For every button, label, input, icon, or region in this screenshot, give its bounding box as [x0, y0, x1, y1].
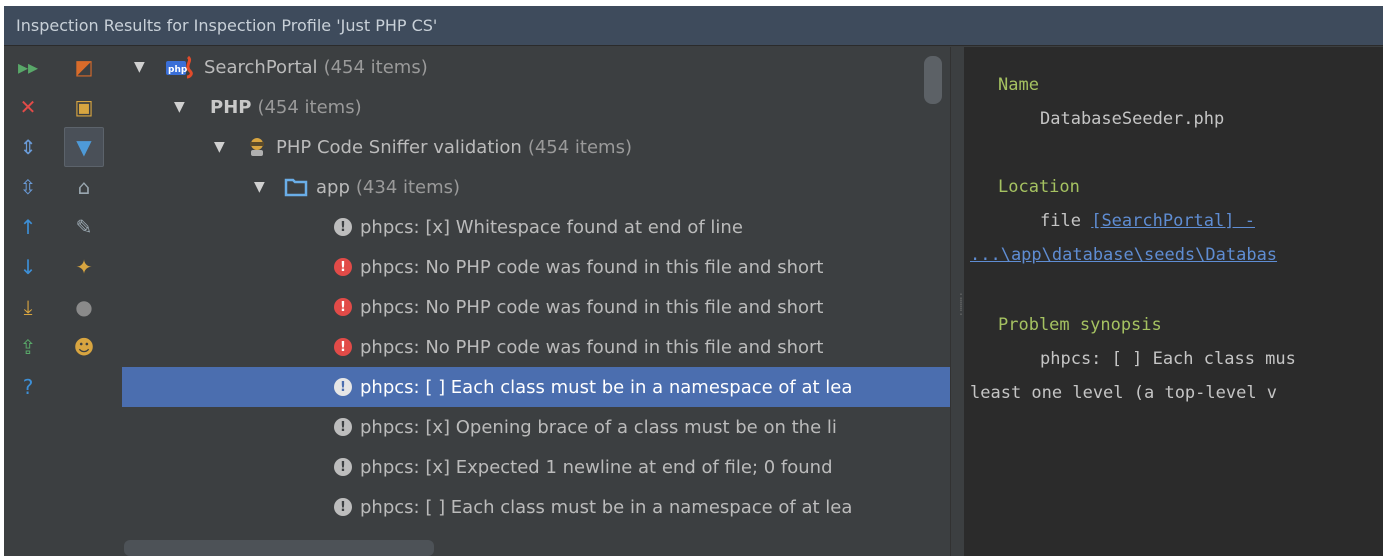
problem-details-pane: Name DatabaseSeeder.php Location file [S… — [964, 47, 1383, 556]
inspection-results-panel: Inspection Results for Inspection Profil… — [4, 6, 1383, 556]
location-link[interactable]: [SearchPortal] - — [1091, 211, 1255, 231]
run-icon[interactable]: ▸▸ — [8, 47, 48, 87]
edit-settings-icon[interactable]: ✎ — [64, 207, 104, 247]
problem-text: phpcs: [x] Opening brace of a class must… — [360, 416, 837, 438]
splitter[interactable]: ⋮ ⋮ ⋮ — [950, 47, 967, 556]
external-export-icon[interactable]: ⇪ — [8, 327, 48, 367]
inspection-tree: ▼ php SearchPortal (454 items) ▼ PHP (45… — [122, 47, 950, 556]
synopsis-line-1: phpcs: [ ] Each class mus — [1040, 349, 1296, 369]
name-heading: Name — [998, 75, 1039, 95]
panel-title-bar: Inspection Results for Inspection Profil… — [4, 6, 1383, 46]
svg-text:php: php — [168, 65, 188, 75]
inspector-icon[interactable]: ☻ — [64, 327, 104, 367]
location-heading: Location — [998, 177, 1080, 197]
tree-node-project[interactable]: ▼ php SearchPortal (454 items) — [122, 47, 932, 87]
collapse-all-icon[interactable]: ⇳ — [8, 167, 48, 207]
toolbox-icon[interactable]: ⌂ — [64, 167, 104, 207]
problem-text: phpcs: [ ] Each class must be in a names… — [360, 496, 853, 518]
php-project-icon: php — [166, 55, 196, 79]
problem-row[interactable]: ! phpcs: [x] Opening brace of a class mus… — [122, 407, 950, 447]
chevron-down-icon[interactable]: ▼ — [134, 59, 152, 75]
chevron-down-icon[interactable]: ▼ — [214, 139, 232, 155]
problem-text: phpcs: [x] Expected 1 newline at end of … — [360, 456, 833, 478]
problem-row[interactable]: ! phpcs: No PHP code was found in this fi… — [122, 247, 950, 287]
filter-icon[interactable]: ▼ — [64, 127, 104, 167]
help-icon[interactable]: ? — [8, 367, 48, 407]
tree-node-folder[interactable]: ▼ app (434 items) — [122, 167, 950, 207]
up-arrow-icon[interactable]: ↑ — [8, 207, 48, 247]
problem-text: phpcs: [ ] Each class must be in a names… — [360, 376, 853, 398]
warning-icon: ! — [334, 498, 352, 516]
problem-row[interactable]: ! phpcs: [x] Expected 1 newline at end of… — [122, 447, 950, 487]
language-count: (454 items) — [257, 96, 362, 118]
language-label: PHP — [210, 96, 252, 118]
warning-icon: ! — [334, 458, 352, 476]
problem-text: phpcs: No PHP code was found in this fil… — [360, 296, 824, 318]
folder-label: app — [316, 176, 350, 198]
export-icon[interactable]: ⤓ — [8, 287, 48, 327]
synopsis-heading: Problem synopsis — [998, 315, 1162, 335]
error-icon: ! — [334, 338, 352, 356]
folder-count: (434 items) — [355, 176, 461, 198]
problem-row[interactable]: ! phpcs: [ ] Each class must be in a name… — [122, 487, 950, 527]
chevron-down-icon[interactable]: ▼ — [254, 179, 272, 195]
down-arrow-icon[interactable]: ↓ — [8, 247, 48, 287]
warning-icon: ! — [334, 218, 352, 236]
synopsis-line-2: least one level (a top-level v — [970, 383, 1278, 403]
wrench-icon[interactable]: ✦ — [64, 247, 104, 287]
inspection-label: PHP Code Sniffer validation — [276, 136, 522, 158]
lightbulb-icon[interactable]: ● — [64, 287, 104, 327]
problem-row[interactable]: ! phpcs: No PHP code was found in this fi… — [122, 287, 950, 327]
group-by-directory-icon[interactable]: ▣ — [64, 87, 104, 127]
code-sniffer-icon — [246, 136, 268, 158]
chevron-down-icon[interactable]: ▼ — [174, 99, 192, 115]
close-icon[interactable]: ✕ — [8, 87, 48, 127]
error-icon: ! — [334, 298, 352, 316]
location-path-link[interactable]: ...\app\database\seeds\Databas — [970, 245, 1277, 265]
location-prefix: file — [1040, 211, 1081, 231]
problem-row[interactable]: ! phpcs: [ ] Each class must be in a name… — [122, 367, 950, 407]
warning-icon: ! — [334, 418, 352, 436]
warning-icon: ! — [334, 378, 352, 396]
tree-horizontal-scrollbar[interactable] — [124, 540, 434, 556]
problem-row[interactable]: ! phpcs: [x] Whitespace found at end of l… — [122, 207, 950, 247]
problem-text: phpcs: No PHP code was found in this fil… — [360, 336, 824, 358]
problem-text: phpcs: [x] Whitespace found at end of li… — [360, 216, 743, 238]
error-icon: ! — [334, 258, 352, 276]
panel-title: Inspection Results for Inspection Profil… — [16, 16, 438, 35]
problem-text: phpcs: No PHP code was found in this fil… — [360, 256, 824, 278]
project-label: SearchPortal — [204, 56, 318, 78]
folder-icon — [284, 177, 308, 197]
expand-all-icon[interactable]: ⇕ — [8, 127, 48, 167]
tree-node-inspection[interactable]: ▼ PHP Code Sniffer validation (454 items… — [122, 127, 950, 167]
tree-vertical-scrollbar[interactable] — [924, 56, 942, 104]
file-name-value: DatabaseSeeder.php — [1040, 109, 1225, 129]
inspection-count: (454 items) — [527, 136, 632, 158]
problem-row[interactable]: ! phpcs: No PHP code was found in this fi… — [122, 327, 950, 367]
group-by-severity-icon[interactable]: ◩ — [64, 47, 104, 87]
project-count: (454 items) — [323, 56, 428, 78]
tree-node-language[interactable]: ▼ PHP (454 items) — [122, 87, 950, 127]
